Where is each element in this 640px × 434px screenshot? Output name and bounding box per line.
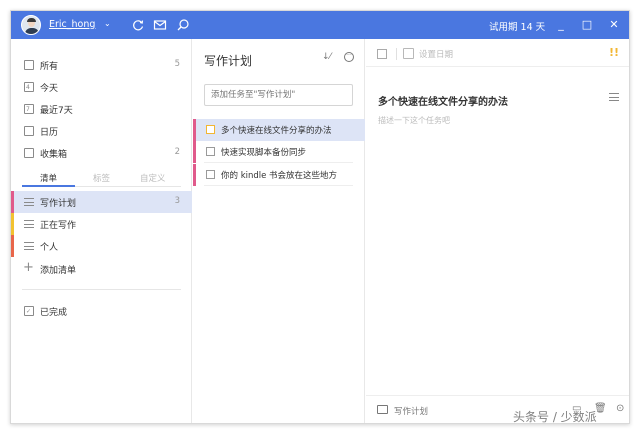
week-icon: 7 [24,104,34,114]
sync-icon[interactable] [131,18,145,32]
item-count: 3 [175,196,180,206]
item-count: 5 [175,59,180,69]
more-icon[interactable]: ··· [344,52,354,62]
list-item-writing-plan[interactable]: 写作计划 3 [11,191,192,213]
task-label: 多个快速在线文件分享的办法 [221,124,332,136]
task-label: 快速实现脚本备份同步 [221,146,306,158]
priority-flag[interactable]: !! [609,46,619,59]
divider [396,48,397,60]
username-link[interactable]: Eric_hong [49,19,95,30]
list-icon [24,198,34,206]
sidebar-item-label: 收集箱 [40,147,67,160]
list-item-personal[interactable]: 个人 [11,235,192,257]
item-count: 2 [175,147,180,157]
tab-lists[interactable]: 清单 [40,172,57,184]
add-list-label: 添加清单 [40,263,76,276]
list-title: 写作计划 [204,52,252,69]
sidebar-item-completed[interactable]: ✓ 已完成 [11,301,192,321]
sidebar-item-calendar[interactable]: 日历 [11,121,192,141]
mail-icon[interactable] [153,18,167,32]
search-icon[interactable] [176,18,190,32]
list-label: 写作计划 [40,196,76,209]
tab-custom[interactable]: 自定义 [140,172,166,184]
close-button[interactable]: ✕ [605,16,623,34]
list-color-bar [193,164,196,186]
divider [204,162,353,163]
trial-status[interactable]: 试用期 14 天 [489,19,545,33]
calendar-icon[interactable] [403,48,414,59]
sidebar-tabs: 清单 标签 自定义 [22,171,181,187]
sidebar: 所有 5 4 今天 7 最近7天 日历 收集箱 2 清单 标签 自定义 [11,39,192,424]
sidebar-item-week[interactable]: 7 最近7天 [11,99,192,119]
sidebar-item-label: 已完成 [40,305,67,318]
sidebar-item-inbox[interactable]: 收集箱 2 [11,143,192,163]
title-bar: Eric_hong ⌄ 试用期 14 天 _ □ ✕ [11,11,629,39]
divider [22,289,181,290]
app-window: Eric_hong ⌄ 试用期 14 天 _ □ ✕ 所有 5 4 今天 [10,10,630,424]
inbox-icon [24,60,34,70]
task-item[interactable]: 多个快速在线文件分享的办法 [193,119,365,141]
task-title[interactable]: 多个快速在线文件分享的办法 [378,93,508,108]
tray-icon [24,148,34,158]
today-icon: 4 [24,82,34,92]
list-color-bar [193,141,196,163]
minimize-button[interactable]: _ [552,16,570,34]
detail-checkbox[interactable] [377,49,387,59]
add-list-button[interactable]: + 添加清单 [11,259,192,279]
watermark: 头条号 / 少数派 [513,408,597,425]
completed-icon: ✓ [24,306,34,316]
menu-icon[interactable] [609,93,619,101]
calendar-icon [24,126,34,136]
task-item[interactable]: 你的 kindle 书会放在这些地方 [193,164,365,186]
list-icon [24,242,34,250]
sidebar-item-all[interactable]: 所有 5 [11,55,192,75]
add-task-input[interactable] [204,84,353,106]
active-tab-indicator [22,185,75,187]
task-label: 你的 kindle 书会放在这些地方 [221,169,337,181]
list-color-bar [193,119,196,141]
sidebar-item-label: 日历 [40,125,58,138]
task-checkbox[interactable] [206,170,215,179]
list-color-bar [11,235,14,257]
detail-toolbar: 设置日期 !! [366,39,630,67]
list-label: 个人 [40,240,58,253]
task-checkbox[interactable] [206,147,215,156]
list-color-bar [11,213,14,235]
sidebar-item-today[interactable]: 4 今天 [11,77,192,97]
task-checkbox[interactable] [206,125,215,134]
list-color-bar [11,191,14,213]
list-item-writing[interactable]: 正在写作 [11,213,192,235]
task-list-name[interactable]: 写作计划 [394,405,428,417]
chevron-down-icon[interactable]: ⌄ [104,19,111,28]
maximize-button[interactable]: □ [578,16,596,34]
list-label: 正在写作 [40,218,76,231]
plus-icon: + [23,260,34,275]
task-detail-panel: 设置日期 !! 多个快速在线文件分享的办法 描述一下这个任务吧 写作计划 ▭ 🗑… [366,39,630,424]
sidebar-item-label: 所有 [40,59,58,72]
list-move-icon[interactable] [377,405,388,414]
tab-tags[interactable]: 标签 [93,172,110,184]
divider [204,185,353,186]
sort-icon[interactable]: ↓⁄ [322,52,331,62]
avatar[interactable] [21,15,41,35]
task-description-field[interactable]: 描述一下这个任务吧 [378,115,450,126]
more-icon[interactable]: ⊙ [616,403,624,414]
sidebar-item-label: 最近7天 [40,103,73,116]
set-date-button[interactable]: 设置日期 [419,48,453,60]
sidebar-item-label: 今天 [40,81,58,94]
task-list-panel: 写作计划 ↓⁄ ··· 多个快速在线文件分享的办法 快速实现脚本备份同步 你的 … [193,39,365,424]
list-icon [24,220,34,228]
task-item[interactable]: 快速实现脚本备份同步 [193,141,365,163]
